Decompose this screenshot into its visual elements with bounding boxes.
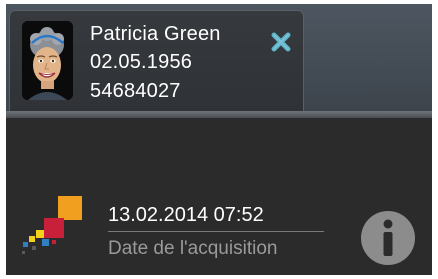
modality-logo (20, 196, 98, 258)
acquisition-panel: 13.02.2014 07:52 Date de l'acquisition (6, 118, 432, 275)
close-patient-button[interactable] (270, 31, 292, 53)
patient-id: 54684027 (90, 80, 181, 102)
avatar-icon (22, 21, 73, 100)
patient-name: Patricia Green (90, 23, 221, 45)
modality-logo-icon (22, 196, 82, 254)
panel-divider (6, 111, 432, 118)
patient-avatar (22, 21, 73, 100)
info-icon (361, 211, 415, 265)
screenshot-frame: Patricia Green 02.05.1956 54684027 13.02… (0, 0, 438, 279)
acquisition-label: Date de l'acquisition (108, 238, 278, 259)
patient-tab[interactable]: Patricia Green 02.05.1956 54684027 (9, 10, 304, 111)
acquisition-underline (108, 231, 324, 232)
acquisition-datetime: 13.02.2014 07:52 (108, 204, 264, 226)
info-button[interactable] (360, 210, 416, 266)
close-icon (271, 32, 291, 52)
patient-tab-strip: Patricia Green 02.05.1956 54684027 (6, 4, 432, 112)
patient-birth-date: 02.05.1956 (90, 51, 193, 73)
viewer-window: Patricia Green 02.05.1956 54684027 13.02… (6, 4, 432, 275)
